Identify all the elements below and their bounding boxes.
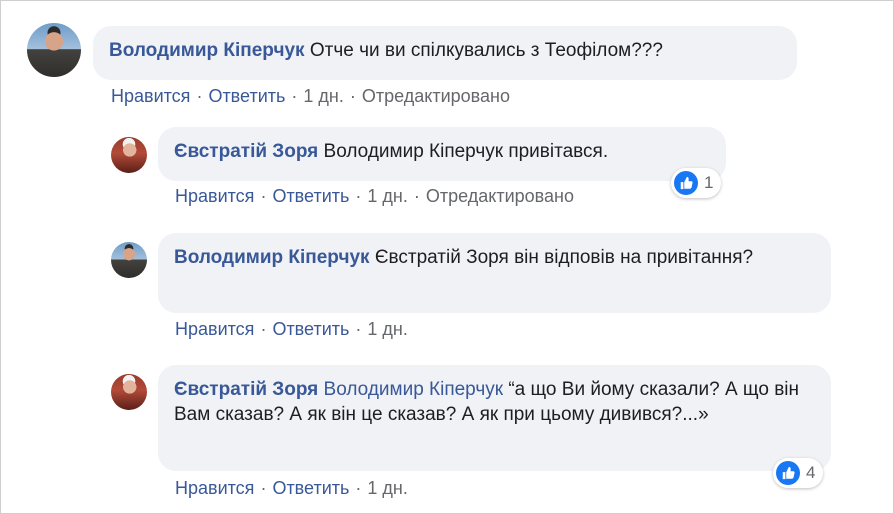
reply-link[interactable]: Ответить	[272, 319, 349, 339]
separator-dot: ·	[196, 86, 203, 106]
like-icon	[776, 461, 800, 485]
edited-label[interactable]: Отредактировано	[426, 186, 574, 206]
reaction-count: 4	[806, 463, 816, 482]
comment-author[interactable]: Володимир Кіперчук	[174, 247, 370, 268]
separator-dot: ·	[260, 319, 267, 339]
comment-author[interactable]: Євстратій Зоря	[174, 379, 318, 400]
like-icon	[674, 171, 698, 195]
comment-bubble: Володимир Кіперчук Євстратій Зоря він ві…	[158, 233, 831, 313]
timestamp[interactable]: 1 дн.	[367, 478, 407, 498]
like-link[interactable]: Нравится	[111, 86, 190, 106]
like-link[interactable]: Нравится	[175, 319, 254, 339]
avatar[interactable]	[111, 137, 147, 173]
separator-dot: ·	[260, 478, 267, 498]
separator-dot: ·	[413, 186, 420, 206]
like-link[interactable]: Нравится	[175, 186, 254, 206]
reaction-summary[interactable]: 4	[773, 458, 824, 488]
comment-bubble: Володимир Кіперчук Отче чи ви спілкували…	[93, 26, 797, 80]
avatar[interactable]	[111, 242, 147, 278]
reaction-count: 1	[704, 173, 714, 192]
comment-thread: Володимир Кіперчук Отче чи ви спілкували…	[0, 0, 894, 514]
comment-text: Євстратій Зоря він відповів на привітанн…	[374, 247, 754, 268]
separator-dot: ·	[291, 86, 298, 106]
separator-dot: ·	[355, 186, 362, 206]
mention-link[interactable]: Володимир Кіперчук	[324, 379, 504, 400]
separator-dot: ·	[349, 86, 356, 106]
timestamp[interactable]: 1 дн.	[367, 319, 407, 339]
edited-label[interactable]: Отредактировано	[362, 86, 510, 106]
comment-actions: Нравится · Ответить · 1 дн.	[175, 319, 408, 340]
reaction-summary[interactable]: 1	[671, 168, 722, 198]
separator-dot: ·	[355, 319, 362, 339]
reply-link[interactable]: Ответить	[272, 478, 349, 498]
comment-actions: Нравится · Ответить · 1 дн.	[175, 478, 408, 499]
timestamp[interactable]: 1 дн.	[367, 186, 407, 206]
comment-text: Отче чи ви спілкувались з Теофілом???	[309, 40, 663, 61]
reply-link[interactable]: Ответить	[272, 186, 349, 206]
separator-dot: ·	[355, 478, 362, 498]
avatar[interactable]	[111, 374, 147, 410]
comment-actions: Нравится · Ответить · 1 дн. · Отредактировано	[175, 186, 574, 207]
timestamp[interactable]: 1 дн.	[303, 86, 343, 106]
comment-text: Володимир Кіперчук привітався.	[323, 141, 609, 162]
comment-bubble: Євстратій Зоря Володимир Кіперчук “а що …	[158, 365, 831, 471]
comment-author[interactable]: Володимир Кіперчук	[109, 40, 305, 61]
comment-actions: Нравится · Ответить · 1 дн. · Отредактировано	[111, 86, 510, 107]
separator-dot: ·	[260, 186, 267, 206]
comment-bubble: Євстратій Зоря Володимир Кіперчук привіт…	[158, 127, 726, 181]
avatar[interactable]	[27, 23, 81, 77]
comment-author[interactable]: Євстратій Зоря	[174, 141, 318, 162]
reply-link[interactable]: Ответить	[208, 86, 285, 106]
like-link[interactable]: Нравится	[175, 478, 254, 498]
